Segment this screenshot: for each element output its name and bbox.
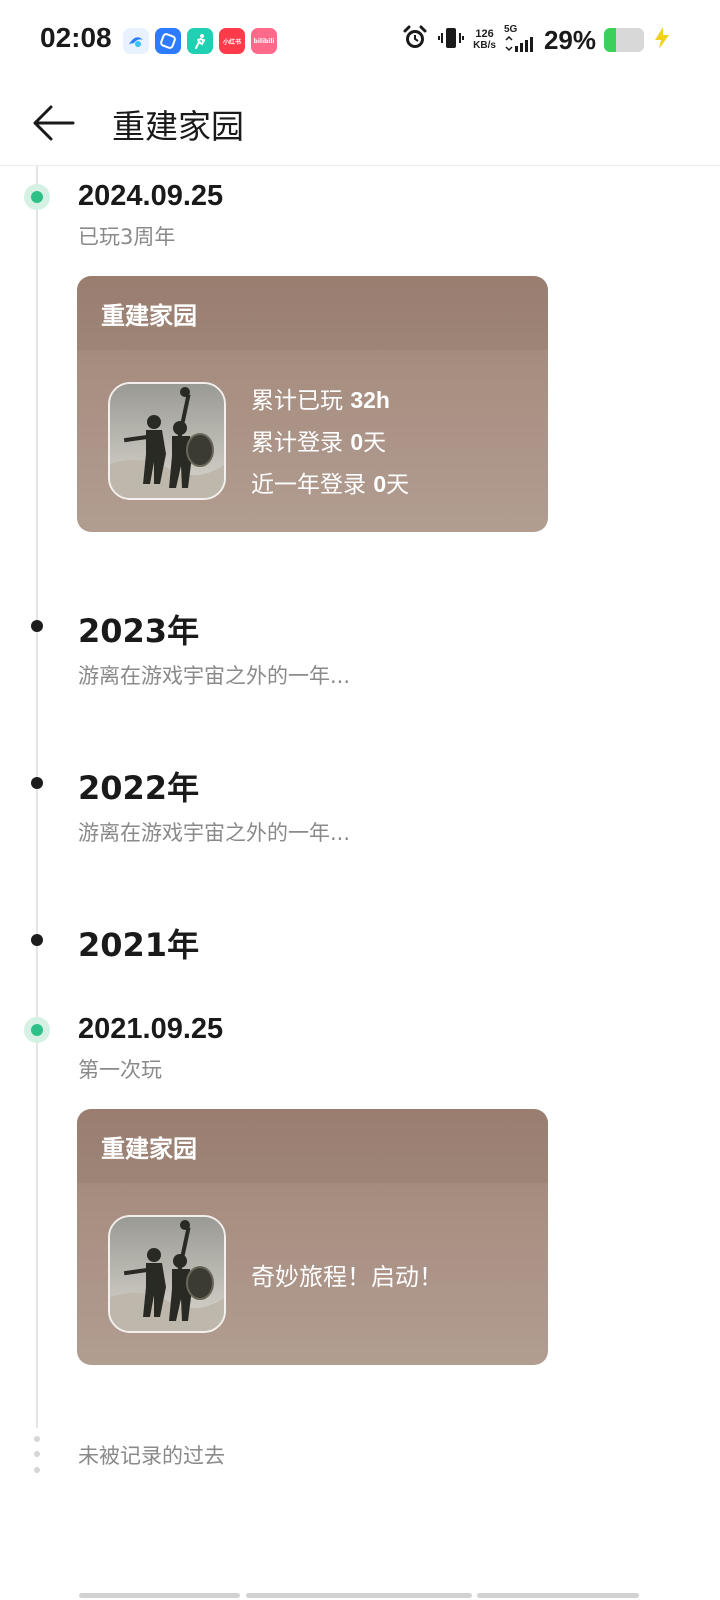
qq-browser-app-icon — [123, 28, 149, 54]
bilibili-app-icon: bilibili — [251, 28, 277, 54]
entry-date: 2024.09.25 — [78, 180, 224, 212]
card-title: 重建家园 — [77, 1109, 548, 1183]
signal-strength-icon — [504, 35, 536, 56]
total-login-days-stat: 累计登录 0天 — [251, 429, 387, 456]
alarm-icon — [401, 24, 429, 56]
entry-subtitle: 已玩3周年 — [78, 225, 176, 249]
notification-app-icons: 小红书 bilibili — [123, 28, 277, 54]
signal-type-label: 5G — [503, 24, 518, 35]
bottom-bar-segment — [477, 1593, 639, 1598]
year-subtitle: 游离在游戏宇宙之外的一年... — [78, 821, 351, 845]
game-cover-image — [108, 1215, 226, 1333]
game-cover-image — [108, 382, 226, 500]
year-title: 2023年 — [78, 612, 200, 650]
year-title: 2021年 — [78, 926, 200, 964]
year-subtitle: 游离在游戏宇宙之外的一年... — [78, 664, 351, 688]
network-speed: 126 KB/s — [473, 28, 496, 51]
back-arrow-icon — [33, 105, 75, 141]
page-title: 重建家园 — [112, 107, 244, 146]
timeline-node-2021 — [31, 934, 43, 946]
bottom-bar-segment — [79, 1593, 240, 1598]
recent-year-login-days-stat: 近一年登录 0天 — [251, 471, 410, 498]
timeline-line — [36, 166, 38, 1428]
fitness-app-icon — [187, 28, 213, 54]
signal-group: 5G — [504, 24, 536, 56]
status-indicators: 126 KB/s 5G 29% — [401, 24, 672, 56]
timeline-end-dot — [34, 1436, 40, 1442]
year-title: 2022年 — [78, 769, 200, 807]
battery-fill — [604, 28, 616, 52]
game-summary-card[interactable]: 重建家园 累计已玩 32h 累计登录 0天 近一年登录 0天 — [77, 276, 548, 532]
battery-icon — [604, 28, 644, 52]
entry-date: 2021.09.25 — [78, 1013, 224, 1045]
back-button[interactable] — [28, 98, 78, 148]
card-title: 重建家园 — [77, 276, 548, 350]
timeline-node-2023 — [31, 620, 43, 632]
timeline-node-2022 — [31, 777, 43, 789]
xiaohongshu-app-icon: 小红书 — [219, 28, 245, 54]
play-stats: 累计已玩 32h 累计登录 0天 近一年登录 0天 — [251, 380, 409, 506]
timeline-end-dot — [34, 1467, 40, 1473]
total-playtime-stat: 累计已玩 32h — [251, 387, 390, 414]
timeline-node-2021-first-play — [24, 1017, 50, 1043]
charging-bolt-icon — [652, 26, 672, 54]
blue-app-icon — [155, 28, 181, 54]
entry-subtitle: 第一次玩 — [78, 1058, 162, 1082]
app-header: 重建家园 — [0, 80, 720, 166]
status-bar: 02:08 小红书 bilibili 126 KB/s 5G 29% — [0, 0, 720, 80]
battery-percent: 29% — [543, 24, 596, 55]
timeline-end-dot — [34, 1451, 40, 1457]
game-first-play-card[interactable]: 重建家园 奇妙旅程！启动！ — [77, 1109, 548, 1365]
card-message: 奇妙旅程！启动！ — [251, 1263, 443, 1291]
timeline-node-2024 — [24, 184, 50, 210]
bottom-bar-segment — [246, 1593, 472, 1598]
vibrate-icon — [437, 24, 465, 56]
timeline-footer-text: 未被记录的过去 — [78, 1444, 225, 1468]
status-time: 02:08 — [40, 22, 112, 53]
